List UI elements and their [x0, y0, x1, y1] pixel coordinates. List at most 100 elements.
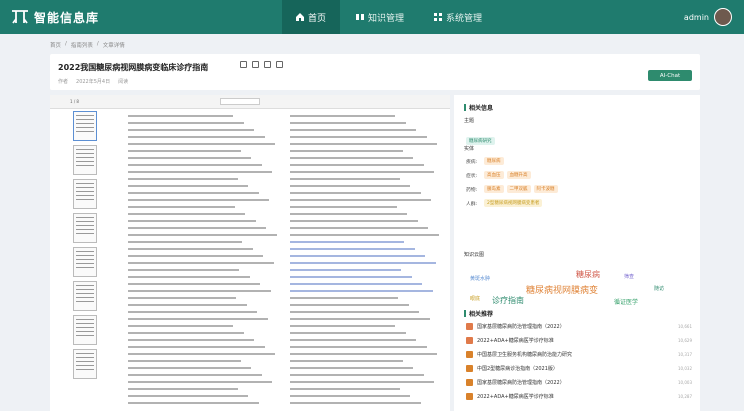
recommend-item[interactable]: 中国基层卫生服务机构糖尿病防治能力研究 10,317 [466, 349, 692, 359]
text-line [290, 318, 430, 320]
text-line [128, 129, 254, 131]
zoom-select[interactable] [220, 98, 260, 105]
recommend-item[interactable]: 2022+ADA+糖尿病医学诊疗标准 10,629 [466, 335, 692, 345]
entity-tag[interactable]: 阿卡波糖 [533, 185, 558, 193]
thumbnail[interactable] [73, 247, 97, 277]
page-indicator: 1 / 8 [70, 99, 79, 104]
text-line [128, 234, 277, 236]
cloud-word[interactable]: 眼底 [470, 295, 480, 302]
text-line [290, 311, 419, 313]
entity-tag[interactable]: 高血压 [484, 171, 504, 179]
recommend-item[interactable]: 国家基层糖尿病防治管理指南（2022） 10,003 [466, 377, 692, 387]
logo[interactable]: 智能信息库 [10, 8, 99, 26]
entity-tag[interactable]: 血糖升高 [506, 171, 531, 179]
text-line [128, 136, 265, 138]
text-line [290, 262, 436, 264]
recommend-count: 10,661 [678, 323, 692, 329]
cloud-word[interactable]: 糖尿病 [576, 269, 600, 280]
entity-tag[interactable]: 糖尿病 [484, 157, 504, 165]
text-line [290, 206, 397, 208]
text-line [128, 178, 238, 180]
doc-meta: 作者 2022年5月4日 阅读 [58, 78, 128, 85]
cloud-word[interactable]: 黄斑水肿 [470, 275, 490, 282]
crumb-list[interactable]: 指南列表 [71, 41, 93, 49]
thumbnail[interactable] [73, 111, 97, 141]
thumbnail[interactable] [73, 315, 97, 345]
document-page [124, 111, 446, 411]
thumbnail-list [54, 111, 116, 411]
print-icon[interactable] [276, 61, 283, 68]
cloud-word[interactable]: 随访 [654, 285, 664, 292]
text-line [290, 332, 406, 334]
entity-row: 疾病: 糖尿病 [466, 157, 507, 165]
crumb-home[interactable]: 首页 [50, 41, 61, 49]
recommend-item[interactable]: 2022+ADA+糖尿病医学诊疗标准 10,287 [466, 391, 692, 401]
text-line [290, 227, 428, 229]
text-line [128, 122, 244, 124]
text-line [290, 143, 437, 145]
text-line [290, 248, 415, 250]
recommend-header: 相关推荐 [464, 309, 493, 318]
text-line [128, 325, 233, 327]
word-cloud: 糖尿病视网膜病变 诊疗指南 糖尿病 黄斑水肿 循证医学 眼底 筛查 随访 [464, 267, 690, 319]
entity-row: 症状: 高血压 血糖升高 [466, 171, 534, 179]
thumbnail[interactable] [73, 213, 97, 243]
document-icon [466, 350, 473, 358]
text-line [290, 241, 404, 243]
user-menu[interactable]: admin [684, 0, 732, 34]
entity-tag[interactable]: 二甲双胍 [506, 185, 531, 193]
text-line [128, 332, 244, 334]
document-icon [466, 378, 473, 386]
download-icon[interactable] [264, 61, 271, 68]
text-line [290, 220, 418, 222]
text-line [290, 115, 395, 117]
text-line [128, 171, 272, 173]
text-line [290, 171, 434, 173]
text-line [290, 402, 421, 404]
thumbnail[interactable] [73, 145, 97, 175]
page-title: 2022我国糖尿病视网膜病变临床诊疗指南 [58, 63, 209, 72]
recommend-item[interactable]: 中国2型糖尿病诊治指南（2021版） 10,032 [466, 363, 692, 373]
recommend-item[interactable]: 国家基层糖尿病防治管理指南（2022） 10,661 [466, 321, 692, 331]
recommend-title: 国家基层糖尿病防治管理指南（2022） [477, 323, 565, 330]
viewer-toolbar: 1 / 8 [50, 95, 450, 109]
cloud-word[interactable]: 诊疗指南 [492, 295, 524, 306]
logo-text: 智能信息库 [34, 10, 100, 25]
entity-tag[interactable]: 胰岛素 [484, 185, 504, 193]
pdf-viewer: 1 / 8 [50, 95, 450, 411]
share-icon[interactable] [252, 61, 259, 68]
text-line [128, 304, 247, 306]
text-line [290, 367, 413, 369]
crumb-sep: / [65, 41, 67, 47]
star-icon[interactable] [240, 61, 247, 68]
entity-tag[interactable]: 2型糖尿病视网膜病变患者 [484, 199, 543, 207]
entity-row: 药物: 胰岛素 二甲双胍 阿卡波糖 [466, 185, 561, 193]
meta-author: 作者 [58, 79, 69, 85]
nav-knowledge[interactable]: 知识管理 [342, 0, 418, 34]
thumbnail[interactable] [73, 349, 97, 379]
thumbnail[interactable] [73, 281, 97, 311]
avatar[interactable] [714, 8, 732, 26]
entity-key: 症状: [466, 173, 478, 179]
text-line [128, 150, 241, 152]
nav-home[interactable]: 首页 [282, 0, 341, 34]
cloud-word[interactable]: 筛查 [624, 273, 634, 280]
text-line [128, 227, 266, 229]
recommend-count: 10,629 [678, 337, 692, 343]
doc-actions [240, 61, 283, 68]
text-line [128, 276, 250, 278]
text-line [290, 297, 398, 299]
text-line [290, 276, 412, 278]
thumbnail[interactable] [73, 179, 97, 209]
ai-chat-button[interactable]: AI-Chat [648, 70, 692, 81]
related-header: 相关信息 [464, 103, 493, 112]
entity-label-text: 实体 [464, 146, 475, 152]
text-line [290, 213, 407, 215]
nav-system[interactable]: 系统管理 [420, 0, 496, 34]
text-line [290, 360, 403, 362]
crumb-current: 文章详情 [102, 43, 125, 49]
text-line [290, 374, 424, 376]
topic-tag[interactable]: 糖尿病研究 [466, 137, 495, 145]
cloud-word[interactable]: 糖尿病视网膜病变 [526, 283, 598, 296]
cloud-word[interactable]: 循证医学 [614, 297, 638, 306]
